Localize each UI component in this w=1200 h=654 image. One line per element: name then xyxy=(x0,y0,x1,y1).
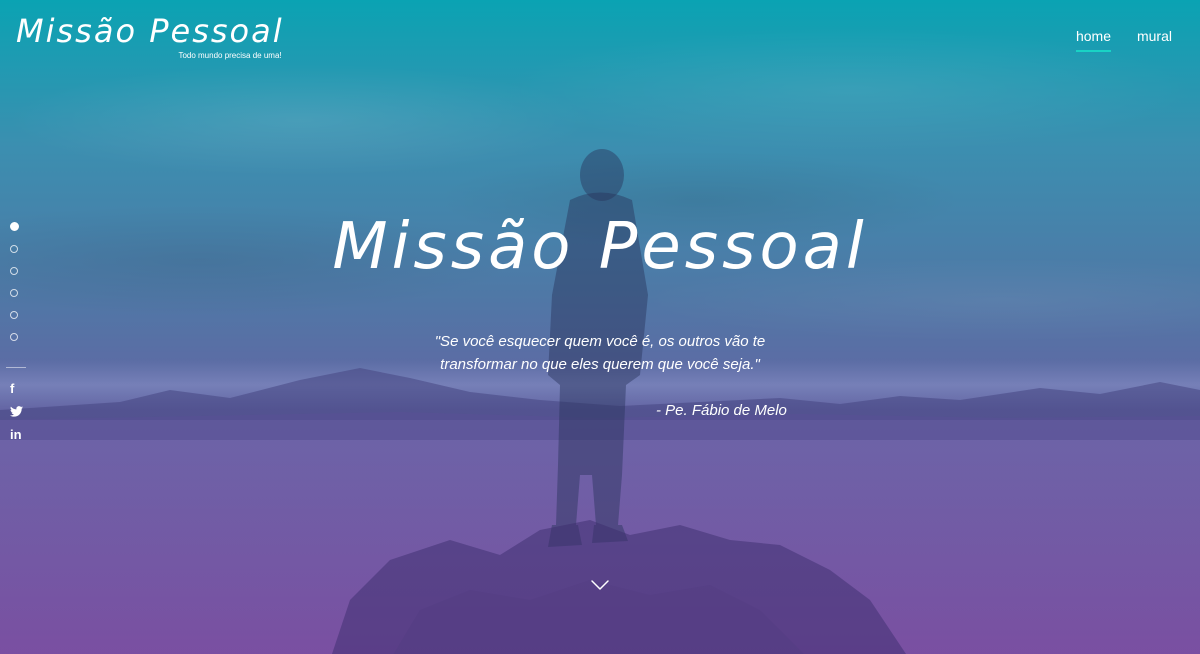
nav-link-mural[interactable]: mural xyxy=(1137,28,1172,52)
logo-tagline: Todo mundo precisa de uma! xyxy=(178,51,282,60)
quote-author: - Pe. Fábio de Melo xyxy=(656,402,787,419)
social-links: f in xyxy=(10,380,23,443)
twitter-bird-glyph xyxy=(10,406,23,417)
slide-dot-4[interactable] xyxy=(10,289,18,297)
facebook-icon[interactable]: f xyxy=(10,380,23,397)
top-nav: home mural xyxy=(1075,28,1172,52)
site-logo[interactable]: Missão Pessoal Todo mundo precisa de uma… xyxy=(16,10,284,60)
chevron-down-icon[interactable] xyxy=(590,578,610,592)
nav-link-home[interactable]: home xyxy=(1075,28,1111,52)
rocks xyxy=(332,520,906,654)
quote-line-2: transformar no que eles querem que você … xyxy=(440,356,760,373)
hero-headline: Missão Pessoal xyxy=(332,210,868,284)
hero-quote: "Se você esquecer quem você é, os outros… xyxy=(0,330,1200,376)
quote-line-1: "Se você esquecer quem você é, os outros… xyxy=(434,333,766,350)
linkedin-icon[interactable]: in xyxy=(10,426,23,443)
slide-dot-5[interactable] xyxy=(10,311,18,319)
hero-section: Missão Pessoal Todo mundo precisa de uma… xyxy=(0,0,1200,654)
background-photo xyxy=(0,0,1200,654)
twitter-icon[interactable] xyxy=(10,406,23,417)
logo-title: Missão Pessoal xyxy=(16,12,284,50)
